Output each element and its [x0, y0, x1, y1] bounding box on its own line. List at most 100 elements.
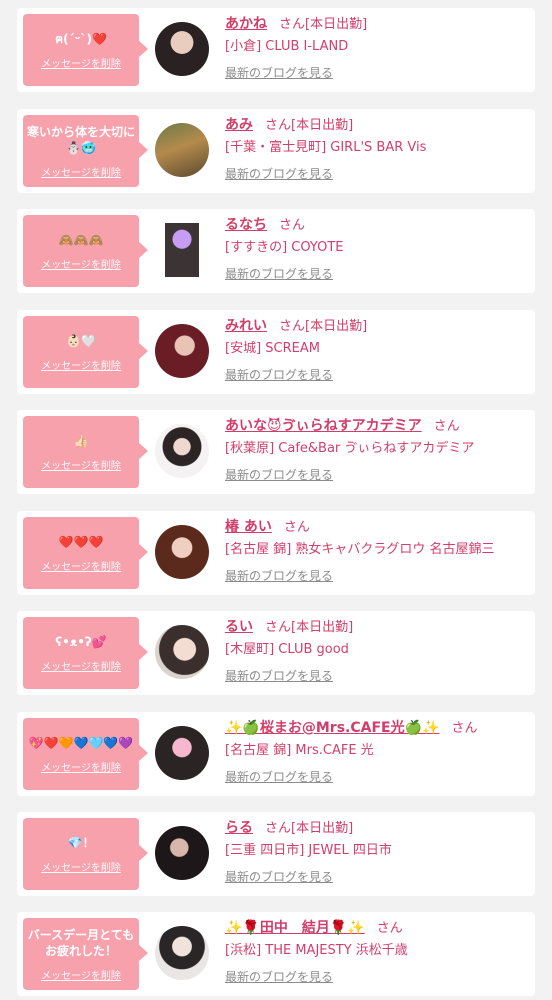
cast-name-link[interactable]: あみ: [225, 117, 253, 133]
shop-name: [安城] SCREAM: [225, 341, 320, 356]
delete-message-link[interactable]: メッセージを削除: [41, 558, 121, 573]
avatar[interactable]: [155, 926, 209, 980]
list-item: 💖❤️🧡💙🩵💙💜 メッセージを削除 ✨🍏桜まお@Mrs.CAFE光🍏✨ さん [名…: [17, 712, 535, 796]
delete-message-link[interactable]: メッセージを削除: [41, 859, 121, 874]
list-item: ʕ•ᴥ•ʔ💕 メッセージを削除 るい さん[本日出勤] [木屋町] CLUB go…: [17, 611, 535, 695]
cast-name-link[interactable]: みれい: [225, 318, 267, 334]
name-suffix: さん: [433, 419, 460, 434]
delete-message-link[interactable]: メッセージを削除: [41, 658, 121, 673]
list-item: 👍🏻 メッセージを削除 あいな😈ゔぃらねすアカデミア さん [秋葉原] Cafe&…: [17, 410, 535, 494]
message-text: 💖❤️🧡💙🩵💙💜: [28, 735, 134, 750]
delete-message-link[interactable]: メッセージを削除: [41, 967, 121, 982]
message-bubble: ❤️❤️❤️ メッセージを削除: [23, 517, 148, 589]
name-suffix: さん[本日出勤]: [265, 118, 354, 133]
name-suffix: さん: [451, 721, 478, 736]
latest-blog-link[interactable]: 最新のブログを見る: [225, 265, 333, 282]
list-item: ฅ(ˊᵕˋ)❤️ メッセージを削除 あかね さん[本日出勤] [小倉] CLUB …: [17, 8, 535, 92]
cast-name-link[interactable]: らる: [225, 820, 253, 836]
message-bubble: ʕ•ᴥ•ʔ💕 メッセージを削除: [23, 617, 148, 689]
name-suffix: さん[本日出勤]: [279, 319, 368, 334]
cast-name-link[interactable]: ✨🍏桜まお@Mrs.CAFE光🍏✨: [225, 720, 439, 736]
name-suffix: さん[本日出勤]: [279, 17, 368, 32]
message-bubble: 👍🏻 メッセージを削除: [23, 416, 148, 488]
item-info: 椿 あい さん [名古屋 錦] 熟女キャバクラグロウ 名古屋錦三 最新のブログを見…: [225, 517, 529, 584]
avatar[interactable]: [155, 22, 209, 76]
message-bubble: 💎！ メッセージを削除: [23, 818, 148, 890]
item-info: らる さん[本日出勤] [三重 四日市] JEWEL 四日市 最新のブログを見る: [225, 818, 529, 885]
item-info: みれい さん[本日出勤] [安城] SCREAM 最新のブログを見る: [225, 316, 529, 383]
delete-message-link[interactable]: メッセージを削除: [41, 256, 121, 271]
message-text: ฅ(ˊᵕˋ)❤️: [55, 31, 107, 46]
name-suffix: さん: [376, 921, 403, 936]
list-item: 💎！ メッセージを削除 らる さん[本日出勤] [三重 四日市] JEWEL 四日…: [17, 812, 535, 896]
list-item: 🙈🙈🙈 メッセージを削除 るなち さん [すすきの] COYOTE 最新のブログを…: [17, 209, 535, 293]
cast-name-link[interactable]: ✨🌹田中 結月🌹✨: [225, 920, 365, 936]
list-item: ❤️❤️❤️ メッセージを削除 椿 あい さん [名古屋 錦] 熟女キャバクラグロ…: [17, 511, 535, 595]
latest-blog-link[interactable]: 最新のブログを見る: [225, 968, 333, 985]
item-info: ✨🍏桜まお@Mrs.CAFE光🍏✨ さん [名古屋 錦] Mrs.CAFE 光 最…: [225, 718, 529, 785]
shop-name: [すすきの] COYOTE: [225, 240, 344, 255]
cast-name-link[interactable]: あいな😈ゔぃらねすアカデミア: [225, 418, 422, 434]
cast-name-link[interactable]: あかね: [225, 16, 267, 32]
name-suffix: さん: [279, 218, 306, 233]
shop-name: [名古屋 錦] 熟女キャバクラグロウ 名古屋錦三: [225, 542, 495, 557]
item-info: あいな😈ゔぃらねすアカデミア さん [秋葉原] Cafe&Bar ゔぃらねすアカデ…: [225, 416, 529, 483]
latest-blog-link[interactable]: 最新のブログを見る: [225, 165, 333, 182]
list-item: バースデー月とてもお疲れした！ メッセージを削除 ✨🌹田中 結月🌹✨ さん [浜松…: [17, 912, 535, 996]
message-bubble: 🙈🙈🙈 メッセージを削除: [23, 215, 148, 287]
shop-name: [木屋町] CLUB good: [225, 642, 349, 657]
item-info: あみ さん[本日出勤] [千葉・富士見町] GIRL'S BAR Vis 最新のブ…: [225, 115, 529, 182]
shop-name: [浜松] THE MAJESTY 浜松千歳: [225, 943, 408, 958]
cast-name-link[interactable]: 椿 あい: [225, 519, 272, 535]
name-suffix: さん: [283, 520, 310, 535]
avatar[interactable]: [155, 123, 209, 177]
avatar[interactable]: [155, 424, 209, 478]
message-text: 👍🏻: [73, 433, 89, 448]
latest-blog-link[interactable]: 最新のブログを見る: [225, 667, 333, 684]
avatar[interactable]: [165, 223, 199, 277]
item-info: るなち さん [すすきの] COYOTE 最新のブログを見る: [225, 215, 529, 282]
item-info: ✨🌹田中 結月🌹✨ さん [浜松] THE MAJESTY 浜松千歳 最新のブログ…: [225, 918, 529, 985]
avatar[interactable]: [155, 826, 209, 880]
message-bubble: 💖❤️🧡💙🩵💙💜 メッセージを削除: [23, 718, 148, 790]
latest-blog-link[interactable]: 最新のブログを見る: [225, 868, 333, 885]
item-info: るい さん[本日出勤] [木屋町] CLUB good 最新のブログを見る: [225, 617, 529, 684]
message-list: ฅ(ˊᵕˋ)❤️ メッセージを削除 あかね さん[本日出勤] [小倉] CLUB …: [0, 0, 552, 1000]
latest-blog-link[interactable]: 最新のブログを見る: [225, 567, 333, 584]
avatar[interactable]: [155, 625, 209, 679]
delete-message-link[interactable]: メッセージを削除: [41, 759, 121, 774]
name-suffix: さん[本日出勤]: [265, 620, 354, 635]
latest-blog-link[interactable]: 最新のブログを見る: [225, 366, 333, 383]
latest-blog-link[interactable]: 最新のブログを見る: [225, 64, 333, 81]
message-text: 💎！: [67, 835, 95, 850]
message-bubble: バースデー月とてもお疲れした！ メッセージを削除: [23, 918, 148, 990]
message-text: ❤️❤️❤️: [58, 534, 104, 549]
delete-message-link[interactable]: メッセージを削除: [41, 164, 121, 179]
latest-blog-link[interactable]: 最新のブログを見る: [225, 768, 333, 785]
latest-blog-link[interactable]: 最新のブログを見る: [225, 466, 333, 483]
message-text: バースデー月とてもお疲れした！: [27, 927, 135, 958]
delete-message-link[interactable]: メッセージを削除: [41, 457, 121, 472]
message-text: 寒いから体を大切に☃️🥶: [27, 124, 136, 155]
message-bubble: ฅ(ˊᵕˋ)❤️ メッセージを削除: [23, 14, 148, 86]
delete-message-link[interactable]: メッセージを削除: [41, 357, 121, 372]
shop-name: [名古屋 錦] Mrs.CAFE 光: [225, 743, 374, 758]
avatar[interactable]: [155, 525, 209, 579]
avatar[interactable]: [155, 324, 209, 378]
shop-name: [三重 四日市] JEWEL 四日市: [225, 843, 392, 858]
item-info: あかね さん[本日出勤] [小倉] CLUB I-LAND 最新のブログを見る: [225, 14, 529, 81]
message-text: ʕ•ᴥ•ʔ💕: [55, 634, 107, 649]
shop-name: [千葉・富士見町] GIRL'S BAR Vis: [225, 140, 427, 155]
shop-name: [小倉] CLUB I-LAND: [225, 39, 349, 54]
list-item: 寒いから体を大切に☃️🥶 メッセージを削除 あみ さん[本日出勤] [千葉・富士見…: [17, 109, 535, 193]
message-text: 👶🏻🤍: [66, 333, 96, 348]
message-text: 🙈🙈🙈: [58, 232, 104, 247]
cast-name-link[interactable]: るなち: [225, 217, 267, 233]
delete-message-link[interactable]: メッセージを削除: [41, 55, 121, 70]
message-bubble: 👶🏻🤍 メッセージを削除: [23, 316, 148, 388]
name-suffix: さん[本日出勤]: [265, 821, 354, 836]
shop-name: [秋葉原] Cafe&Bar ゔぃらねすアカデミア: [225, 441, 475, 456]
avatar[interactable]: [155, 726, 209, 780]
cast-name-link[interactable]: るい: [225, 619, 253, 635]
message-bubble: 寒いから体を大切に☃️🥶 メッセージを削除: [23, 115, 148, 187]
